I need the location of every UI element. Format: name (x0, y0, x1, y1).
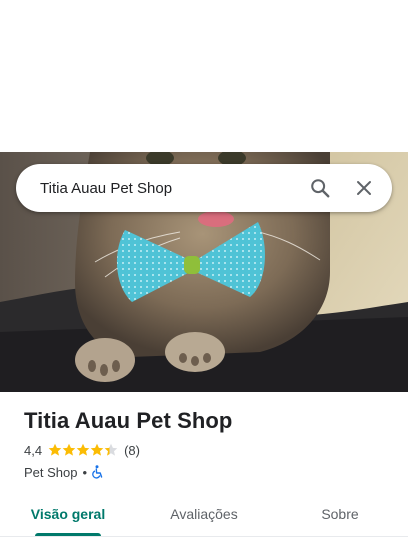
search-input[interactable]: Titia Auau Pet Shop (40, 180, 298, 197)
search-box[interactable]: Titia Auau Pet Shop (16, 164, 392, 212)
place-tabs: Visão geral Avaliações Sobre (0, 492, 408, 536)
tab-about[interactable]: Sobre (272, 492, 408, 536)
search-icon (311, 179, 330, 198)
place-category: Pet Shop (24, 464, 78, 480)
wheelchair-icon[interactable] (92, 465, 104, 479)
clear-search-button[interactable] (342, 166, 386, 210)
star-rating (48, 443, 118, 457)
review-count[interactable]: (8) (124, 443, 140, 458)
rating-row[interactable]: 4,4 (8) (24, 441, 394, 459)
close-icon (357, 181, 371, 195)
category-row: Pet Shop • (24, 463, 394, 481)
place-info: Titia Auau Pet Shop 4,4 (8) Pet Shop • (24, 406, 394, 481)
stars-icon (48, 443, 118, 456)
rating-value: 4,4 (24, 442, 43, 458)
map-blank-area (0, 0, 408, 152)
separator-dot: • (82, 464, 88, 480)
tab-overview[interactable]: Visão geral (0, 492, 136, 536)
tab-reviews[interactable]: Avaliações (136, 492, 272, 536)
search-button[interactable] (298, 166, 342, 210)
place-title: Titia Auau Pet Shop (24, 408, 233, 433)
tabs-divider (0, 536, 408, 537)
